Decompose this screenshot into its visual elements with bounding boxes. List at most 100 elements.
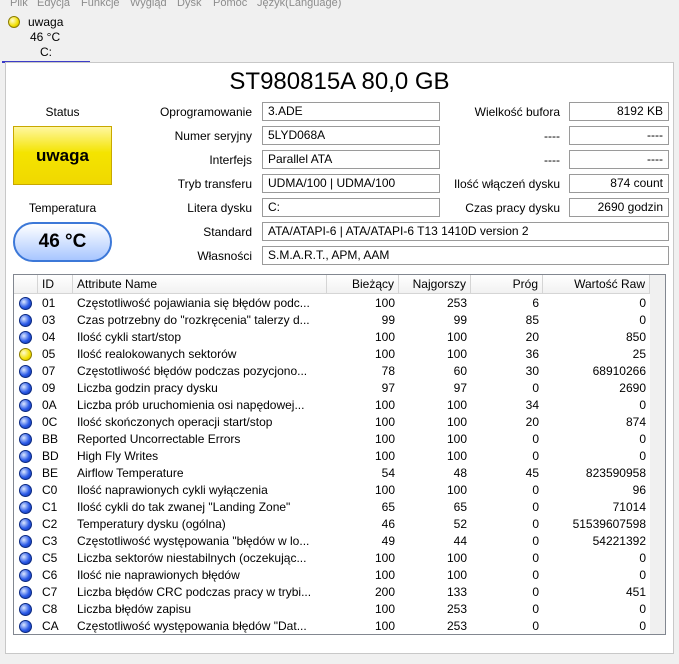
header-threshold[interactable]: Próg [471,275,543,293]
cell-current: 100 [374,602,395,616]
cell-raw-value: 0 [639,449,646,463]
power-on-count-field: 874 count [569,174,669,193]
table-row[interactable]: 05 Ilość realokowanych sektorów 100 100 36 25 [14,346,650,363]
table-row[interactable]: C7 Liczba błędów CRC podczas pracy w tryb… [14,584,650,601]
cell-id: BD [42,449,59,463]
cell-raw-value: 0 [639,551,646,565]
cell-threshold: 0 [532,534,539,548]
health-status-button[interactable]: uwaga [13,126,112,185]
buffer-size-label: Wielkość bufora [474,105,560,119]
table-row[interactable]: C0 Ilość naprawionych cykli wyłączenia 100… [14,482,650,499]
cell-threshold: 85 [525,313,539,327]
table-row[interactable]: C8 Liczba błędów zapisu 100 253 0 0 [14,601,650,618]
cell-id: 0C [42,415,58,429]
cell-current: 100 [374,347,395,361]
cell-raw-value: 54221392 [592,534,646,548]
table-row[interactable]: 0A Liczba prób uruchomienia osi napędowej… [14,397,650,414]
table-row[interactable]: C5 Liczba sektorów niestabilnych (oczekuj… [14,550,650,567]
header-attribute-name[interactable]: Attribute Name [73,275,327,293]
cell-raw-value: 451 [625,585,646,599]
cell-attribute-name: Ilość realokowanych sektorów [77,347,237,361]
header-worst[interactable]: Najgorszy [399,275,471,293]
cell-threshold: 0 [532,517,539,531]
table-row[interactable]: 03 Czas potrzebny do "rozkręcenia" talerz… [14,312,650,329]
cell-attribute-name: Temperatury dysku (ogólna) [77,517,226,531]
header-current[interactable]: Bieżący [327,275,399,293]
table-row[interactable]: CA Częstotliwość występowania błędów "Dat… [14,618,650,634]
table-row[interactable]: 07 Częstotliwość błędów podczas pozycjono… [14,363,650,380]
table-row[interactable]: BB Reported Uncorrectable Errors 100 100 0 0 [14,431,650,448]
cell-current: 200 [374,585,395,599]
cell-raw-value: 0 [639,398,646,412]
good-status-icon [19,535,32,548]
good-status-icon [19,331,32,344]
cell-threshold: 0 [532,568,539,582]
cell-worst: 100 [446,568,467,582]
cell-current: 100 [374,619,395,633]
cell-threshold: 0 [532,432,539,446]
serial-label: Numer seryjny [174,129,252,143]
temperature-label: Temperatura [28,201,97,215]
menu-item-disk[interactable]: Dysk [177,0,201,9]
features-field: S.M.A.R.T., APM, AAM [262,246,669,265]
cell-threshold: 20 [525,330,539,344]
firmware-field: 3.ADE [262,102,440,121]
cell-id: C6 [42,568,58,582]
header-id[interactable]: ID [38,275,73,293]
cell-raw-value: 51539607598 [572,517,646,531]
cell-worst: 99 [453,313,467,327]
table-row[interactable]: 01 Częstotliwość pojawiania się błędów po… [14,295,650,312]
cell-raw-value: 71014 [612,500,646,514]
cell-raw-value: 0 [639,568,646,582]
cell-attribute-name: Reported Uncorrectable Errors [77,432,241,446]
menu-item-help[interactable]: Pomoc [213,0,247,9]
cell-raw-value: 0 [639,296,646,310]
cell-current: 97 [381,381,395,395]
blank-field-1: ---- [569,126,669,145]
menu-item-edit[interactable]: Edycja [37,0,70,9]
cell-attribute-name: Częstotliwość występowania błędów "Dat..… [77,619,307,633]
cell-current: 100 [374,568,395,582]
good-status-icon [19,484,32,497]
cell-threshold: 0 [532,602,539,616]
table-row[interactable]: BE Airflow Temperature 54 48 45 823590958 [14,465,650,482]
cell-worst: 100 [446,449,467,463]
blank-field-2: ---- [569,150,669,169]
table-vertical-scrollbar[interactable] [650,275,665,634]
cell-id: 01 [42,296,56,310]
smart-attributes-table[interactable]: ID Attribute Name Bieżący Najgorszy Próg… [13,274,666,635]
blank-label-1: ---- [544,129,560,143]
header-status-column[interactable] [14,275,38,293]
cell-threshold: 30 [525,364,539,378]
menu-item-file[interactable]: Plik [10,0,28,9]
good-status-icon [19,399,32,412]
good-status-icon [19,518,32,531]
cell-worst: 100 [446,432,467,446]
table-row[interactable]: C3 Częstotliwość występowania "błędów w l… [14,533,650,550]
table-row[interactable]: 04 Ilość cykli start/stop 100 100 20 850 [14,329,650,346]
cell-worst: 100 [446,551,467,565]
caution-status-icon [8,16,20,28]
cell-worst: 100 [446,483,467,497]
temperature-button[interactable]: 46 °C [13,222,112,262]
table-row[interactable]: 09 Liczba godzin pracy dysku 97 97 0 2690 [14,380,650,397]
serial-field: 5LYD068A [262,126,440,145]
cell-current: 100 [374,296,395,310]
table-row[interactable]: BD High Fly Writes 100 100 0 0 [14,448,650,465]
cell-id: C8 [42,602,58,616]
table-row[interactable]: C1 Ilość cykli do tak zwanej "Landing Zon… [14,499,650,516]
table-header: ID Attribute Name Bieżący Najgorszy Próg… [14,275,650,294]
cell-id: 07 [42,364,56,378]
table-row[interactable]: C2 Temperatury dysku (ogólna) 46 52 0 5153960… [14,516,650,533]
disk-tab[interactable]: uwaga 46 °C C: [2,13,90,63]
good-status-icon [19,552,32,565]
cell-current: 100 [374,449,395,463]
cell-raw-value: 68910266 [592,364,646,378]
menu-item-language[interactable]: Język(Language) [257,0,341,9]
header-raw-value[interactable]: Wartość Raw [543,275,650,293]
cell-id: BE [42,466,59,480]
table-row[interactable]: C6 Ilość nie naprawionych błędów 100 100 0 0 [14,567,650,584]
table-row[interactable]: 0C Ilość skończonych operacji start/stop 1… [14,414,650,431]
menu-item-view[interactable]: Wygląd [130,0,167,9]
menu-item-functions[interactable]: Funkcje [81,0,120,9]
